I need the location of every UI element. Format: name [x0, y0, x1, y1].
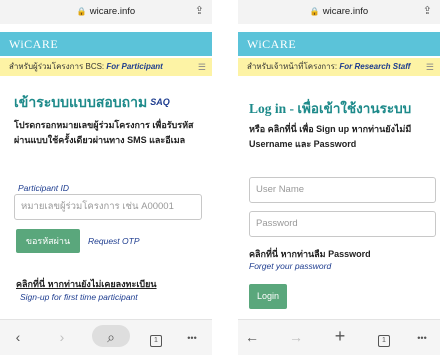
participant-screen: 🔒 wicare.info ⇪ WiCARE สำหรับผู้ร่วมโครงก…: [0, 0, 212, 355]
back-icon[interactable]: ‹: [8, 329, 28, 345]
tabs-icon[interactable]: 1: [378, 335, 390, 347]
forward-icon[interactable]: →: [286, 329, 306, 345]
more-icon[interactable]: •••: [182, 333, 202, 343]
signup-link[interactable]: Sign-up for first time participant: [20, 292, 138, 302]
lock-icon: 🔒: [309, 7, 320, 16]
signup-prompt[interactable]: หรือ คลิกที่นี่ เพื่อ Sign up หากท่านยัง…: [249, 122, 437, 152]
role-thai: สำหรับเจ้าหน้าที่โครงการ:: [247, 62, 338, 71]
page-title: Log in - เพื่อเข้าใช้งานระบบ: [249, 101, 412, 116]
search-icon[interactable]: ⌕: [101, 329, 121, 346]
brand-bar[interactable]: WiCARE: [238, 32, 440, 56]
instructions: โปรดกรอกหมายเลขผู้ร่วมโครงการ เพื่อรับรห…: [14, 120, 194, 145]
menu-icon[interactable]: ☰: [426, 58, 434, 76]
request-otp-link[interactable]: Request OTP: [88, 236, 140, 246]
role-label: For Participant: [106, 62, 163, 71]
more-icon[interactable]: •••: [412, 333, 432, 343]
login-button[interactable]: Login: [249, 284, 287, 309]
password-input[interactable]: Password: [249, 211, 436, 237]
menu-icon[interactable]: ☰: [198, 58, 206, 76]
browser-toolbar: ‹ › ⌕ 1 •••: [0, 319, 212, 355]
url-text: wicare.info: [89, 6, 136, 17]
lock-icon: 🔒: [76, 7, 87, 16]
tabs-icon[interactable]: 1: [150, 335, 162, 347]
role-bar: สำหรับผู้ร่วมโครงการ BCS: For Participan…: [0, 58, 212, 76]
page-title: เข้าระบบแบบสอบถาม SAQ: [14, 92, 170, 114]
role-label: For Research Staff: [339, 62, 411, 71]
role-bar: สำหรับเจ้าหน้าที่โครงการ: For Research S…: [238, 58, 440, 76]
address-bar[interactable]: 🔒 wicare.info ⇪: [0, 0, 212, 24]
role-thai: สำหรับผู้ร่วมโครงการ BCS:: [9, 62, 105, 71]
register-link[interactable]: คลิกที่นี่ หากท่านยังไม่เคยลงทะเบียน: [16, 277, 157, 291]
share-icon[interactable]: ⇪: [195, 4, 204, 17]
username-input[interactable]: User Name: [249, 177, 436, 203]
request-otp-button[interactable]: ขอรหัสผ่าน: [16, 229, 80, 253]
back-icon[interactable]: ←: [242, 329, 262, 345]
forgot-password-link[interactable]: Forget your password: [249, 261, 331, 271]
participant-id-input[interactable]: หมายเลขผู้ร่วมโครงการ เช่น A00001: [14, 194, 202, 220]
brand-bar[interactable]: WiCARE: [0, 32, 212, 56]
new-tab-icon[interactable]: +: [330, 326, 350, 347]
page-title-text: เข้าระบบแบบสอบถาม: [14, 96, 148, 111]
share-icon[interactable]: ⇪: [423, 4, 432, 17]
saq-badge: SAQ: [150, 97, 170, 107]
staff-screen: 🔒 wicare.info ⇪ WiCARE สำหรับเจ้าหน้าที่โ…: [238, 0, 440, 355]
browser-toolbar: ← → + 1 •••: [238, 319, 440, 355]
url-text: wicare.info: [322, 6, 369, 17]
forgot-password-thai[interactable]: คลิกที่นี่ หากท่านลืม Password: [249, 247, 371, 261]
forward-icon[interactable]: ›: [52, 329, 72, 345]
address-bar[interactable]: 🔒 wicare.info ⇪: [238, 0, 440, 24]
participant-id-label: Participant ID: [18, 183, 70, 193]
